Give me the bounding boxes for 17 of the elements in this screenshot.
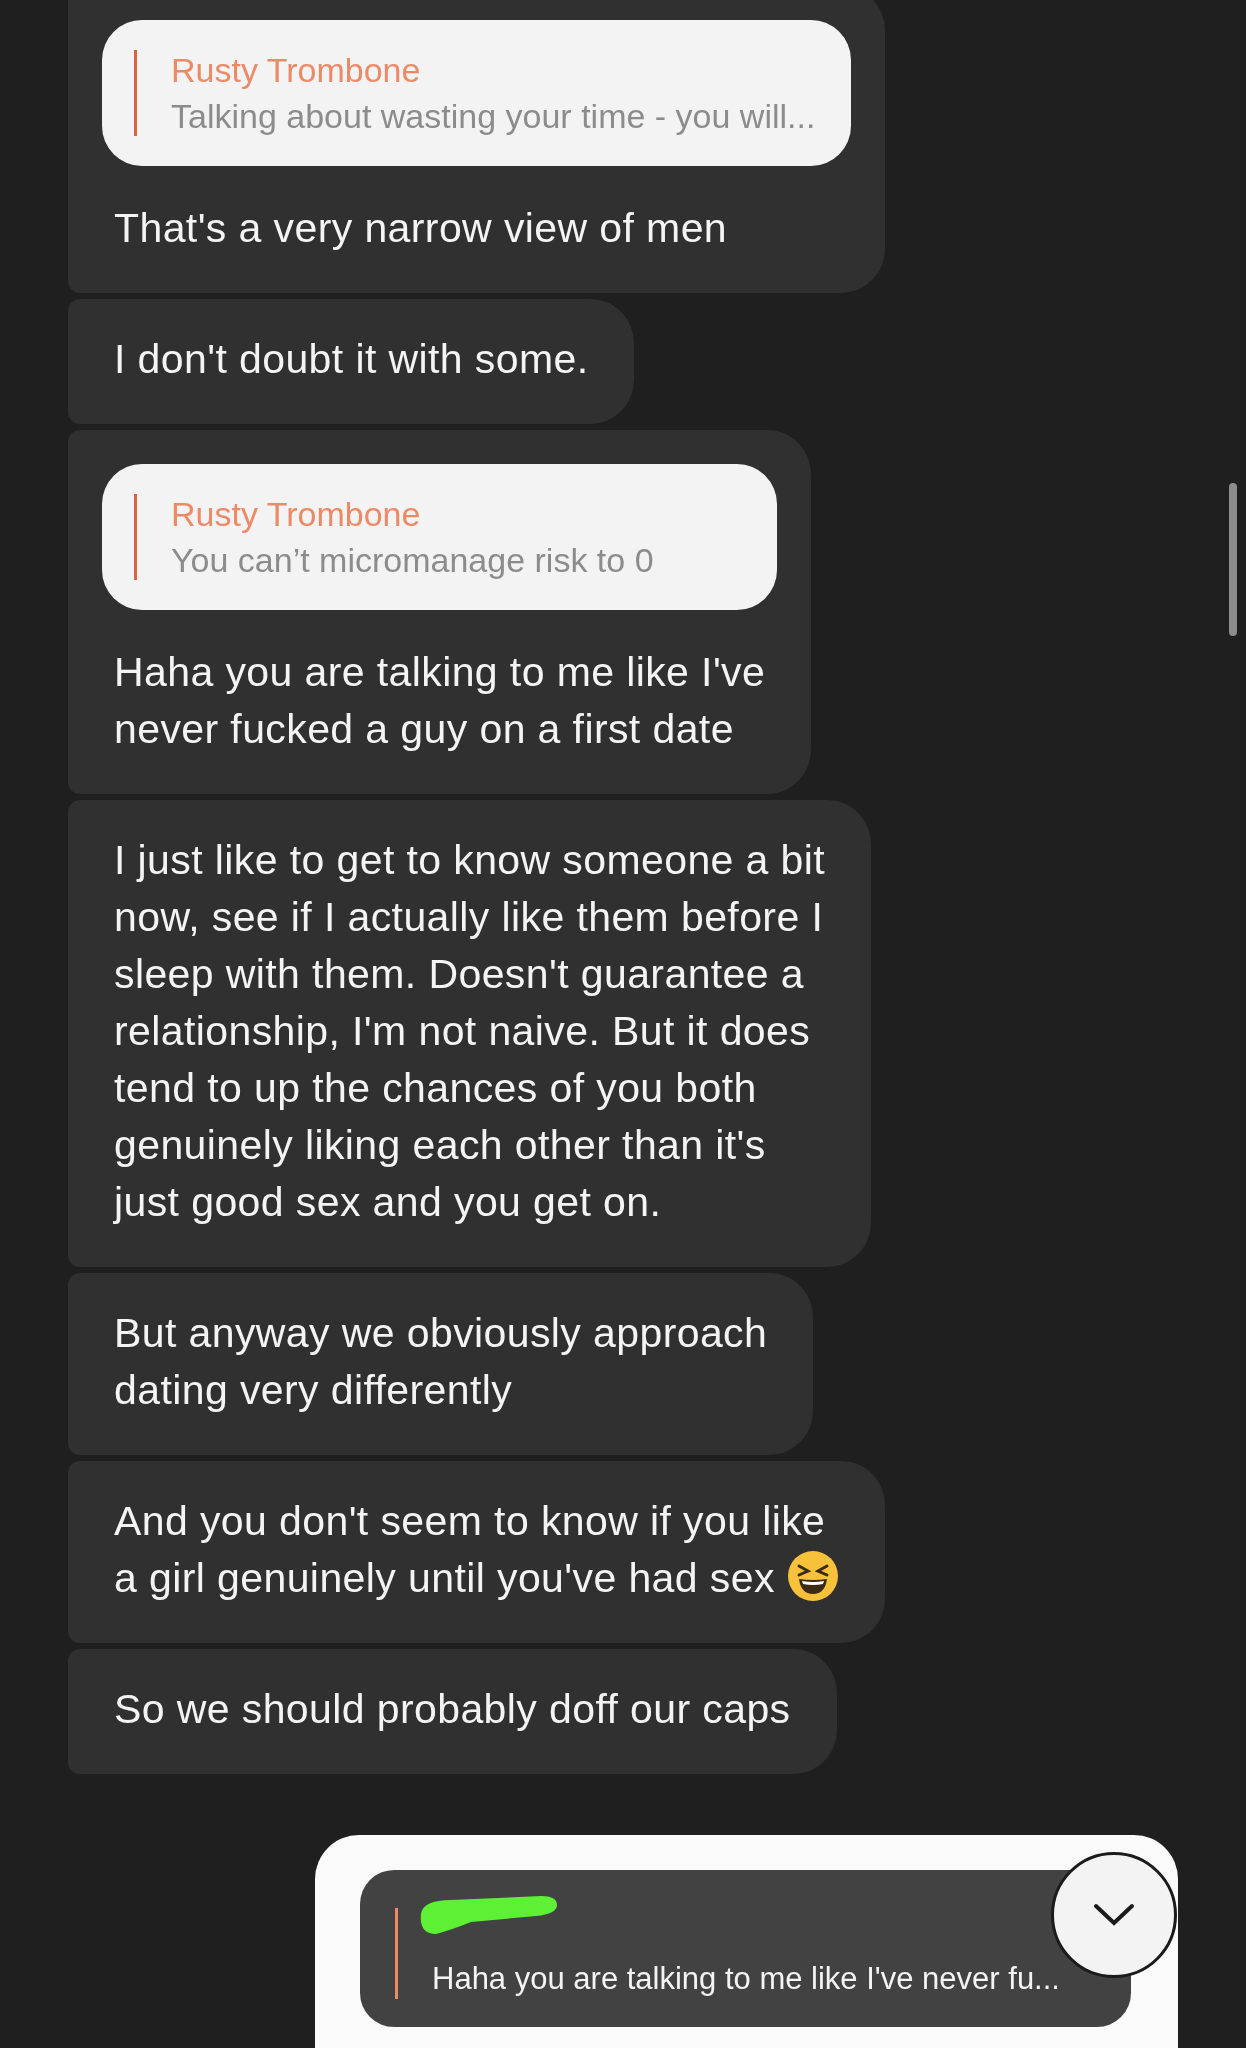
quoted-message[interactable]: Rusty Trombone You can’t micromanage risk to 0 bbox=[102, 464, 778, 610]
scrollbar[interactable] bbox=[1229, 483, 1237, 636]
reply-preview[interactable]: Haha you are talking to me like I've never fu... bbox=[360, 1870, 1131, 2027]
message-text: I don't doubt it with some. bbox=[114, 335, 589, 384]
message-text: And you don't seem to know if you like a girl genuinely until you've had sex bbox=[114, 1493, 839, 1607]
message-text: So we should probably doff our caps bbox=[114, 1685, 791, 1734]
quote-author: Rusty Trombone bbox=[171, 50, 422, 90]
quoted-message[interactable]: Rusty Trombone Talking about wasting your time - you will... bbox=[102, 20, 852, 166]
quote-text: Talking about wasting your time - you will... bbox=[171, 96, 816, 136]
reply-preview-text: Haha you are talking to me like I've never fu... bbox=[432, 1960, 1060, 1998]
message-text: Haha you are talking to me like I've never fucked a guy on a first date bbox=[114, 648, 766, 754]
quote-author: Rusty Trombone bbox=[171, 494, 422, 534]
quote-text: You can’t micromanage risk to 0 bbox=[171, 540, 654, 580]
chevron-down-icon bbox=[1093, 1903, 1135, 1927]
message-text: I just like to get to know someone a bit now, see if I actually like them before I sleep with them. Doesn't guarantee a relationship, I'm not naive. But it does tend to up the chances of you both genuinely liking each other than it's just good sex and you get on. bbox=[114, 836, 826, 1227]
message-text: But anyway we obviously approach dating very differently bbox=[114, 1309, 768, 1415]
message-text: That's a very narrow view of men bbox=[114, 204, 729, 253]
